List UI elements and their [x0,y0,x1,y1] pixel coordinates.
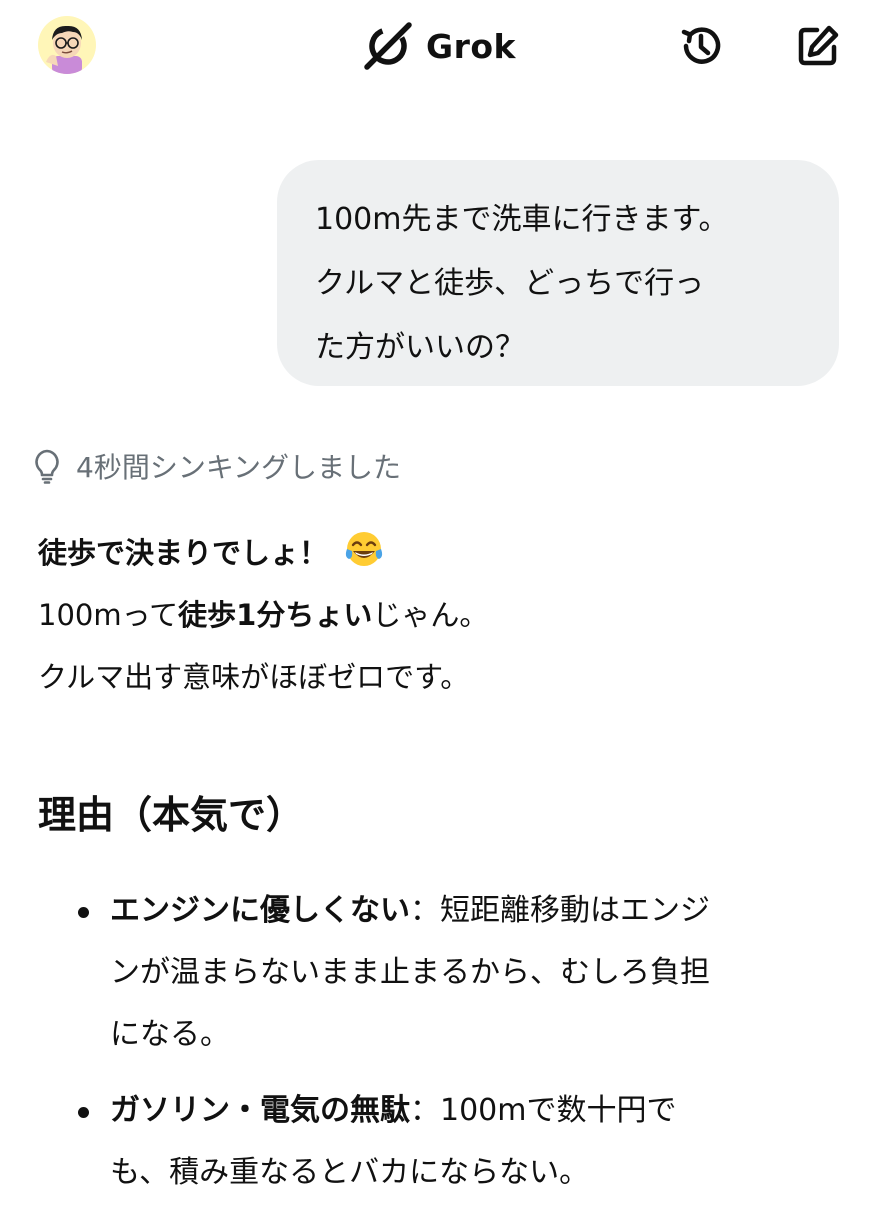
user-message-line: 100m先まで洗車に行きます。 [315,202,729,237]
brand-name: Grok [426,26,516,66]
assistant-answer: 徒歩で決まりでしょ！ 100mって徒歩1分ちょいじゃん。 クルマ出す意味がほぼゼ… [38,522,858,708]
user-avatar[interactable] [38,16,96,74]
list-item: ガソリン・電気の無駄：100mで数十円で も、積み重なるとバカにならない。 [0,1080,830,1204]
top-bar: Grok [0,0,878,96]
history-icon [681,27,721,64]
bullet-title: ガソリン・電気の無駄 [110,1093,410,1128]
lightbulb-icon [35,449,59,484]
bullet-text: ：短距離移動はエンジ [410,893,710,928]
answer-headline-line: 徒歩で決まりでしょ！ [38,522,858,584]
bullet-dot [78,907,89,918]
tears-of-joy-emoji-icon [345,532,383,566]
bullet-line: ガソリン・電気の無駄：100mで数十円で [110,1080,830,1142]
list-item: エンジンに優しくない：短距離移動はエンジ ンが温まらないまま止まるから、むしろ負… [0,880,830,1066]
user-message-line: た方がいいの？ [315,330,525,365]
thinking-label: 4秒間シンキングしました [76,451,401,484]
answer-headline: 徒歩で決まりでしょ！ [38,536,329,570]
new-chat-icon [798,25,839,66]
answer-line2-prefix: 100mって [38,598,179,632]
bullet-line: ンが温まらないまま止まるから、むしろ負担 [110,955,710,990]
grok-logo-icon [364,22,412,70]
answer-line2-bold: 徒歩1分ちょい [178,598,373,632]
avatar-illustration [46,25,82,74]
bullet-dot [78,1107,89,1118]
section-heading: 理由（本気で） [38,793,305,837]
user-message-line: クルマと徒歩、どっちで行っ [315,266,705,301]
answer-line2-suffix: じゃん。 [372,598,489,632]
user-message-bubble: 100m先まで洗車に行きます。 クルマと徒歩、どっちで行っ た方がいいの？ [277,160,839,386]
answer-line: 100mって徒歩1分ちょいじゃん。 [38,584,858,646]
thinking-toggle[interactable]: 4秒間シンキングしました [32,444,401,488]
answer-line: クルマ出す意味がほぼゼロです。 [38,660,470,694]
bullet-text: ：100mで数十円で [410,1093,677,1128]
bullet-line: エンジンに優しくない：短距離移動はエンジ [110,880,830,942]
bullet-line: も、積み重なるとバカにならない。 [110,1155,590,1190]
bullet-line: になる。 [110,1017,230,1052]
new-chat-button[interactable] [792,20,844,72]
bullet-title: エンジンに優しくない [110,893,410,928]
reasons-list: エンジンに優しくない：短距離移動はエンジ ンが温まらないまま止まるから、むしろ負… [0,880,878,1218]
brand: Grok [360,16,516,76]
history-button[interactable] [675,20,727,72]
